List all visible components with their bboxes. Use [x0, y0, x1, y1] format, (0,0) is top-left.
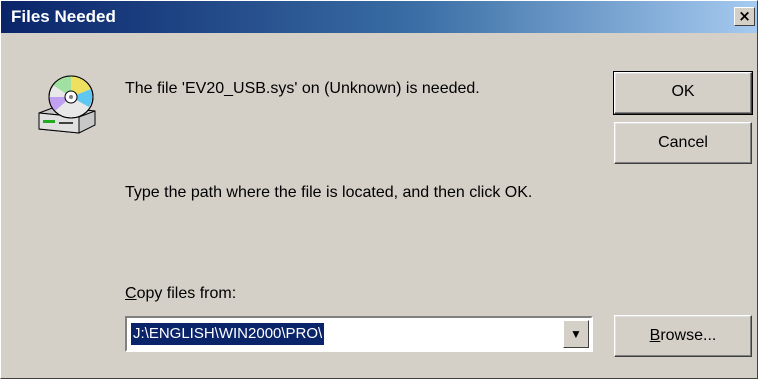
dropdown-button[interactable]: ▼	[563, 320, 589, 348]
browse-accelerator: B	[649, 327, 661, 344]
copy-files-from-label: Copy files from:	[125, 284, 236, 304]
chevron-down-icon: ▼	[570, 327, 582, 341]
copy-label-accelerator: C	[125, 285, 137, 302]
cd-drive-icon	[33, 73, 101, 135]
close-button[interactable]: ×	[734, 7, 755, 26]
path-input[interactable]: J:\ENGLISH\WIN2000\PRO\	[131, 323, 561, 345]
instruction-message: Type the path where the file is located,…	[125, 184, 533, 201]
cancel-button[interactable]: Cancel	[614, 122, 752, 164]
copy-label-rest: opy files from:	[136, 285, 237, 302]
close-icon: ×	[738, 7, 751, 25]
copy-files-from-combobox[interactable]: J:\ENGLISH\WIN2000\PRO\ ▼	[125, 316, 593, 352]
window-title: Files Needed	[11, 7, 116, 26]
path-input-value: J:\ENGLISH\WIN2000\PRO\	[131, 323, 325, 345]
files-needed-dialog: Files Needed × The file 'EV20_USB.sys' o…	[0, 0, 758, 379]
title-bar[interactable]: Files Needed ×	[1, 1, 757, 33]
file-needed-message: The file 'EV20_USB.sys' on (Unknown) is …	[125, 80, 480, 97]
browse-label-rest: rowse...	[660, 327, 717, 344]
browse-button[interactable]: Browse...	[614, 315, 752, 357]
ok-button[interactable]: OK	[613, 71, 753, 115]
